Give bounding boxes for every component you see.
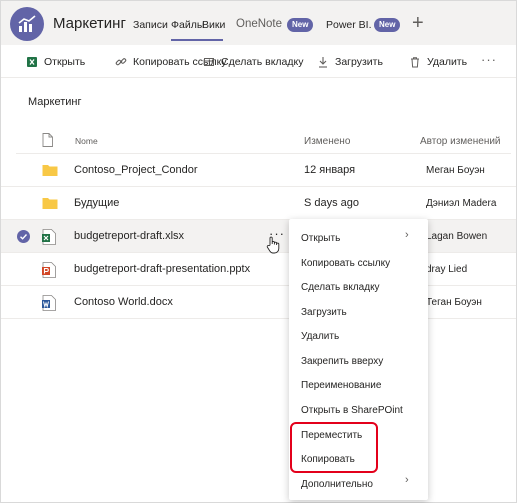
column-header-author[interactable]: Автор изменений xyxy=(420,136,501,147)
open-label: Открыть xyxy=(44,56,86,68)
table-row[interactable]: Будущие S days ago Дэниэл Madera xyxy=(1,187,516,220)
more-options-icon[interactable]: ··· xyxy=(481,52,497,67)
delete-button[interactable]: Удалить xyxy=(409,56,467,68)
delete-label: Удалить xyxy=(427,56,468,68)
menu-item-upload[interactable]: Загрузить xyxy=(301,307,347,318)
excel-file-icon xyxy=(42,229,58,245)
column-header-modified[interactable]: Изменено xyxy=(304,136,350,147)
link-icon xyxy=(115,56,127,68)
file-name[interactable]: Contoso World.docx xyxy=(74,296,173,308)
file-name[interactable]: budgetreport-draft-presentation.pptx xyxy=(74,263,250,275)
table-row[interactable]: Contoso World.docx Теган Боуэн xyxy=(1,286,516,319)
modified-by: dray Lied xyxy=(426,264,468,275)
tab-power-bi[interactable]: Power BI. xyxy=(326,19,372,31)
menu-item-copy-link[interactable]: Копировать ссылку xyxy=(301,258,390,269)
hand-cursor-icon xyxy=(266,236,280,259)
table-row[interactable]: budgetreport-draft-presentation.pptx dra… xyxy=(1,253,516,286)
menu-item-delete[interactable]: Удалить xyxy=(301,331,339,342)
team-avatar[interactable] xyxy=(10,7,44,41)
file-name[interactable]: Будущие xyxy=(74,197,119,209)
new-badge: New xyxy=(374,18,401,32)
upload-button[interactable]: Загрузить xyxy=(317,56,383,68)
tab-wiki[interactable]: Вики xyxy=(202,19,225,31)
folder-icon xyxy=(42,196,58,212)
menu-item-pin-to-top[interactable]: Закрепить вверху xyxy=(301,356,383,367)
new-badge: New xyxy=(287,18,314,32)
word-file-icon xyxy=(42,295,58,311)
menu-item-open-in-sharepoint[interactable]: Открыть в SharePOint xyxy=(301,405,403,416)
make-tab-button[interactable]: Сделать вкладку xyxy=(203,56,303,68)
menu-item-make-tab[interactable]: Сделать вкладку xyxy=(301,282,380,293)
file-name[interactable]: Contoso_Project_Condor xyxy=(74,164,198,176)
table-row[interactable]: Contoso_Project_Condor 12 января Меган Б… xyxy=(1,154,516,187)
file-name[interactable]: budgetreport-draft.xlsx xyxy=(74,230,184,242)
table-row-selected[interactable]: budgetreport-draft.xlsx ··· Lagan Bowen xyxy=(1,220,516,253)
chevron-right-icon: › xyxy=(405,474,409,486)
team-name: Маркетинг xyxy=(53,15,126,32)
folder-icon xyxy=(42,163,58,179)
trash-icon xyxy=(409,56,421,68)
modified-by: Меган Боуэн xyxy=(426,165,485,176)
tab-add-icon xyxy=(203,56,215,68)
active-tab-indicator xyxy=(171,39,223,41)
make-tab-label: Сделать вкладку xyxy=(221,56,304,68)
channel-header: Маркетинг Записи Файлы Вики OneNote New … xyxy=(1,1,516,45)
modified-date: 12 января xyxy=(304,164,356,176)
modified-date: S days ago xyxy=(304,197,360,209)
command-bar: Открыть Копировать ссылку Сделать вкладк… xyxy=(1,46,516,78)
chart-icon xyxy=(18,15,36,32)
add-tab-button[interactable]: + xyxy=(412,13,424,33)
upload-label: Загрузить xyxy=(335,56,383,68)
highlight-annotation xyxy=(290,422,378,473)
chevron-right-icon: › xyxy=(405,229,409,241)
modified-by: Lagan Bowen xyxy=(426,231,488,242)
column-header-name[interactable]: Nome xyxy=(75,136,98,146)
open-button[interactable]: Открыть xyxy=(26,56,85,68)
menu-item-more[interactable]: Дополнительно xyxy=(301,479,373,490)
breadcrumb[interactable]: Маркетинг xyxy=(28,96,81,108)
tab-onenote[interactable]: OneNote xyxy=(236,18,282,30)
menu-item-rename[interactable]: Переименование xyxy=(301,380,381,391)
upload-icon xyxy=(317,56,329,68)
tab-posts[interactable]: Записи xyxy=(133,19,168,31)
menu-item-open[interactable]: Открыть xyxy=(301,233,340,244)
powerpoint-file-icon xyxy=(42,262,58,278)
modified-by: Дэниэл Madera xyxy=(426,198,497,209)
checkmark-icon[interactable] xyxy=(17,230,30,243)
modified-by: Теган Боуэн xyxy=(426,297,482,308)
file-type-header-icon xyxy=(42,133,53,152)
tab-files[interactable]: Файлы xyxy=(171,19,204,31)
excel-open-icon xyxy=(26,56,38,68)
